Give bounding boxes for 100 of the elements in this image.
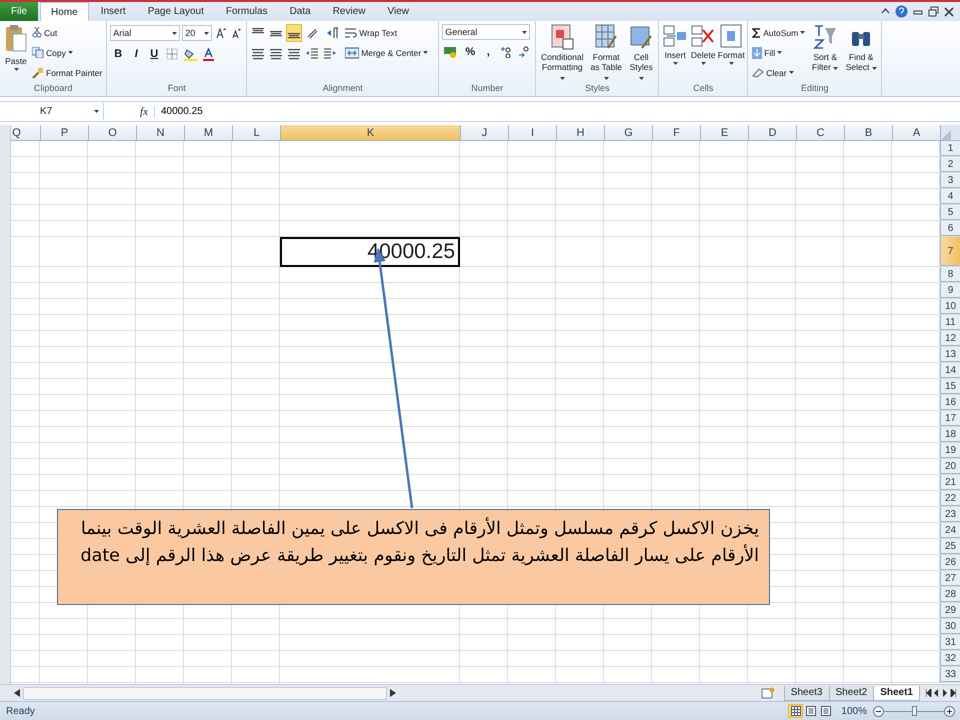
column-header[interactable]: F	[652, 125, 700, 141]
row-header[interactable]: 16	[940, 395, 960, 410]
row-header[interactable]: 12	[940, 331, 960, 346]
row-header[interactable]: 29	[940, 603, 960, 618]
column-header[interactable]: J	[460, 125, 508, 141]
vertical-align-button[interactable]	[286, 24, 302, 42]
cells-button[interactable]: Delete	[690, 24, 716, 65]
zoom-slider[interactable]	[884, 705, 944, 717]
row-header[interactable]: 13	[940, 347, 960, 362]
copy-icon	[32, 47, 44, 58]
cells-button[interactable]: Format	[718, 24, 744, 65]
row-header[interactable]: 33	[940, 667, 960, 682]
underline-button[interactable]: U	[146, 45, 162, 63]
sort-filter-button[interactable]: Sort & Filter	[808, 24, 842, 72]
view-button[interactable]	[818, 704, 834, 718]
font-size-field[interactable]: 20	[182, 25, 212, 41]
paste-button[interactable]: Paste	[3, 24, 29, 71]
comma-style-button[interactable]: ,	[480, 43, 496, 61]
column-header[interactable]: D	[748, 125, 796, 141]
column-header[interactable]: E	[700, 125, 748, 141]
row-header[interactable]: 18	[940, 427, 960, 442]
italic-button[interactable]: I	[128, 45, 144, 63]
row-header[interactable]: 15	[940, 379, 960, 394]
font-name-field[interactable]: Arial	[110, 25, 180, 41]
row-header[interactable]: 6	[940, 221, 960, 236]
ribbon-tab[interactable]: Review	[322, 2, 376, 21]
ribbon-tab[interactable]: Formulas	[216, 2, 278, 21]
ribbon-tab[interactable]: Home	[40, 2, 89, 21]
style-button[interactable]: Format as Table	[587, 24, 626, 82]
bold-button[interactable]: B	[110, 45, 126, 63]
fill-button[interactable]: Fill	[751, 44, 806, 61]
row-header[interactable]: 19	[940, 443, 960, 458]
row-header[interactable]: 8	[940, 267, 960, 282]
row-header[interactable]: 26	[940, 555, 960, 570]
row-header[interactable]: 2	[940, 157, 960, 172]
row-header[interactable]: 17	[940, 411, 960, 426]
column-header[interactable]: I	[508, 125, 556, 141]
row-header[interactable]: 5	[940, 205, 960, 220]
row-header[interactable]: 31	[940, 635, 960, 650]
percent-button[interactable]: %	[462, 43, 478, 61]
merge-center-button[interactable]: Merge & Center	[344, 44, 430, 61]
zoom-slider-thumb[interactable]	[912, 706, 917, 716]
row-header[interactable]: 23	[940, 507, 960, 522]
column-header[interactable]: A	[892, 125, 940, 141]
font-color-icon	[203, 48, 214, 60]
file-tab[interactable]: File	[0, 2, 38, 21]
row-header[interactable]: 28	[940, 587, 960, 602]
wrap-text-button[interactable]: Wrap Text	[344, 24, 430, 41]
style-button[interactable]: Conditional Formatting	[539, 24, 586, 82]
row-header[interactable]: 27	[940, 571, 960, 586]
row-header[interactable]: 25	[940, 539, 960, 554]
sheet-tab[interactable]: Sheet3	[784, 686, 830, 700]
column-header[interactable]: K	[280, 125, 460, 141]
column-header[interactable]: H	[556, 125, 604, 141]
number-format-field[interactable]: General	[442, 24, 530, 40]
style-button[interactable]: Cell Styles	[627, 24, 656, 82]
column-header[interactable]: G	[604, 125, 652, 141]
clear-button[interactable]: Clear	[751, 64, 806, 81]
row-header[interactable]: 11	[940, 315, 960, 330]
copy-button[interactable]: Copy	[31, 44, 104, 61]
find-select-button[interactable]: Find & Select	[844, 24, 878, 72]
cells-button[interactable]: Insert	[662, 24, 688, 65]
row-header[interactable]: 32	[940, 651, 960, 666]
row-header[interactable]: 4	[940, 189, 960, 204]
autosum-button[interactable]: AutoSum	[751, 24, 806, 41]
row-header[interactable]: 24	[940, 523, 960, 538]
ribbon-tab[interactable]: View	[377, 2, 419, 21]
row-header[interactable]: 22	[940, 491, 960, 506]
column-header[interactable]: P	[40, 125, 88, 141]
column-header[interactable]: N	[136, 125, 184, 141]
view-button[interactable]	[788, 704, 804, 718]
column-header[interactable]: B	[844, 125, 892, 141]
column-header[interactable]: M	[184, 125, 232, 141]
horizontal-scrollbar[interactable]	[23, 686, 387, 700]
column-header[interactable]: O	[88, 125, 136, 141]
ribbon-tab[interactable]: Page Layout	[138, 2, 214, 21]
vertical-scrollbar[interactable]	[0, 125, 11, 684]
row-header[interactable]: 1	[940, 141, 960, 156]
format-painter-button[interactable]: Format Painter	[31, 64, 104, 81]
column-header[interactable]: Q	[11, 125, 40, 141]
row-header[interactable]: 30	[940, 619, 960, 634]
row-header[interactable]: 7	[940, 237, 960, 266]
sheet-tab[interactable]: Sheet2	[828, 686, 874, 700]
row-header[interactable]: 14	[940, 363, 960, 378]
column-header[interactable]: C	[796, 125, 844, 141]
active-cell[interactable]: 40000.25	[280, 237, 460, 267]
row-header[interactable]: 10	[940, 299, 960, 314]
cut-button[interactable]: Cut	[31, 24, 104, 41]
view-button[interactable]	[803, 704, 818, 718]
row-header[interactable]: 3	[940, 173, 960, 188]
ribbon-tab[interactable]: Data	[280, 2, 321, 21]
wrap-text-icon	[345, 26, 358, 38]
ribbon-tab[interactable]: Insert	[90, 2, 136, 21]
sheet-tab[interactable]: Sheet1	[873, 686, 920, 700]
name-box[interactable]: K7	[0, 103, 104, 120]
font-color-button[interactable]	[201, 45, 216, 63]
row-header[interactable]: 20	[940, 459, 960, 474]
row-header[interactable]: 21	[940, 475, 960, 490]
column-header[interactable]: L	[232, 125, 280, 141]
row-header[interactable]: 9	[940, 283, 960, 298]
